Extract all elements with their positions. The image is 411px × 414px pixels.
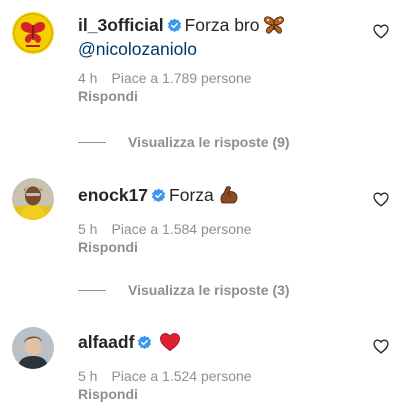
like-heart-icon[interactable]: [373, 24, 389, 39]
comment-username[interactable]: il_3official: [78, 15, 164, 35]
comment-time: 4 h: [78, 70, 98, 86]
flexed-biceps-emoji-icon: [218, 185, 240, 205]
red-heart-emoji-icon: [159, 332, 181, 352]
view-replies-button[interactable]: Visualizza le risposte (3): [78, 280, 290, 300]
view-replies-button[interactable]: Visualizza le risposte (9): [78, 132, 290, 152]
divider-dash: [78, 289, 106, 291]
like-heart-icon[interactable]: [373, 192, 389, 207]
comment-username[interactable]: enock17: [78, 185, 148, 205]
comment-meta: 4 h Piace a 1.789 persone: [78, 69, 371, 87]
alfaadf-avatar-image: [12, 327, 54, 369]
view-replies-label: Visualizza le risposte (3): [128, 282, 290, 298]
like-heart-icon[interactable]: [373, 339, 389, 354]
likes-count[interactable]: Piace a 1.524 persone: [111, 368, 251, 384]
enock17-avatar-image: [12, 178, 54, 220]
il3-logo-avatar-image: [12, 12, 54, 54]
avatar[interactable]: [12, 178, 54, 220]
comment-text: Forza: [169, 185, 214, 205]
comment-text: Forza bro: [184, 15, 260, 35]
verified-badge-icon: [167, 18, 182, 33]
avatar[interactable]: [12, 327, 54, 369]
comment-meta: 5 h Piace a 1.584 persone: [78, 220, 371, 238]
reply-button[interactable]: Rispondi: [78, 238, 371, 256]
divider-dash: [78, 141, 106, 143]
comment-time: 5 h: [78, 221, 98, 237]
comment-line: alfaadf: [78, 330, 371, 354]
comment-line: enock17 Forza: [78, 183, 371, 207]
likes-count[interactable]: Piace a 1.584 persone: [111, 221, 251, 237]
comment-meta: 5 h Piace a 1.524 persone: [78, 367, 371, 385]
reply-button[interactable]: Rispondi: [78, 385, 371, 403]
comment-time: 5 h: [78, 368, 98, 384]
likes-count[interactable]: Piace a 1.789 persone: [111, 70, 251, 86]
butterfly-emoji-icon: [263, 15, 285, 35]
verified-badge-icon: [137, 335, 152, 350]
mention-link[interactable]: @nicolozaniolo: [78, 37, 371, 61]
view-replies-label: Visualizza le risposte (9): [128, 134, 290, 150]
comment-username[interactable]: alfaadf: [78, 332, 134, 352]
verified-badge-icon: [151, 188, 166, 203]
comment-line: il_3official Forza bro: [78, 13, 371, 37]
avatar[interactable]: [12, 12, 54, 54]
reply-button[interactable]: Rispondi: [78, 87, 371, 105]
